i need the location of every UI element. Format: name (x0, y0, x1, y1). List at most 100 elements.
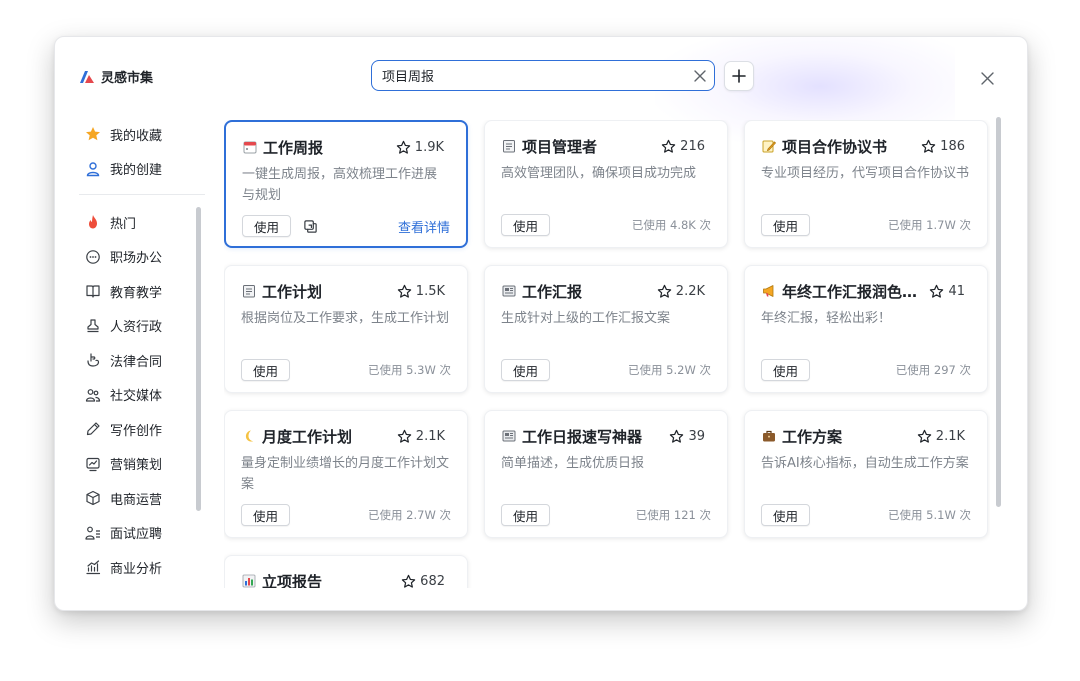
star-count: 39 (688, 428, 705, 444)
sidebar-item-office[interactable]: 职场办公 (79, 240, 205, 275)
usage-count: 已使用 297 次 (895, 363, 971, 377)
card-title: 项目合作协议书 (782, 137, 888, 156)
sidebar-item-ecommerce[interactable]: 电商运营 (79, 481, 205, 516)
sidebar-item-label: 教育教学 (110, 285, 163, 301)
sidebar-item-marketing[interactable]: 营销策划 (79, 447, 205, 482)
copy-icon[interactable] (303, 218, 319, 234)
hand-icon (87, 353, 100, 367)
card-favorite[interactable]: 1.9K (396, 140, 444, 155)
card-favorite[interactable]: 216 (661, 139, 705, 154)
use-button[interactable]: 使用 (242, 215, 292, 237)
fire-icon (89, 215, 97, 229)
template-card[interactable]: 工作计划 1.5K 根据岗位及工作要求，生成工作计划 使用 已使用 5.3W 次 (224, 265, 468, 393)
use-button[interactable]: 使用 (501, 214, 551, 236)
card-favorite[interactable]: 39 (669, 429, 705, 444)
star-count: 186 (940, 138, 965, 154)
card-title: 项目管理者 (522, 137, 598, 156)
template-card[interactable]: 工作周报 1.9K 一键生成周报，高效梳理工作进展与规划 使用 查看详情 (224, 120, 468, 248)
star-count: 2.1K (415, 428, 445, 444)
newspaper-icon (501, 284, 516, 299)
close-button[interactable] (973, 64, 1001, 92)
star-count: 2.1K (935, 428, 965, 444)
card-favorite[interactable]: 2.1K (397, 429, 445, 444)
card-description: 量身定制业绩增长的月度工作计划文案 (241, 456, 449, 492)
sidebar-item-label: 法律合同 (110, 354, 163, 370)
sidebar-item-writing[interactable]: 写作创作 (79, 412, 205, 447)
close-icon (980, 71, 994, 85)
usage-count: 已使用 1.7W 次 (888, 218, 971, 232)
sidebar-item-label: 我的收藏 (110, 128, 163, 144)
card-title: 工作周报 (263, 138, 324, 157)
usage-count: 已使用 5.1W 次 (888, 508, 971, 522)
sidebar-item-label: 写作创作 (110, 423, 163, 439)
template-card[interactable]: 工作方案 2.1K 告诉AI核心指标，自动生成工作方案 使用 已使用 5.1W … (744, 410, 988, 538)
template-card[interactable]: 工作日报速写神器 39 简单描述，生成优质日报 使用 已使用 121 次 (484, 410, 728, 538)
bar-chart-icon (241, 574, 256, 589)
template-card[interactable]: 月度工作计划 2.1K 量身定制业绩增长的月度工作计划文案 使用 已使用 2.7… (224, 410, 468, 538)
template-card[interactable]: 工作汇报 2.2K 生成针对上级的工作汇报文案 使用 已使用 5.2W 次 (484, 265, 728, 393)
star-outline-icon (930, 284, 944, 298)
use-button[interactable]: 使用 (241, 504, 291, 526)
sidebar-scrollbar[interactable] (196, 207, 201, 511)
use-button[interactable]: 使用 (241, 359, 291, 381)
card-favorite[interactable]: 1.5K (397, 284, 445, 299)
usage-count: 已使用 2.7W 次 (368, 508, 451, 522)
clipboard-icon (501, 139, 516, 154)
card-title: 月度工作计划 (262, 427, 353, 446)
star-outline-icon (670, 429, 684, 443)
star-count: 1.9K (414, 139, 444, 155)
card-favorite[interactable]: 2.2K (657, 284, 705, 299)
card-title: 年终工作汇报润色… (782, 282, 918, 301)
star-outline-icon (397, 284, 411, 298)
star-count: 216 (680, 138, 705, 154)
star-outline-icon (917, 429, 931, 443)
sidebar-item-legal[interactable]: 法律合同 (79, 343, 205, 378)
moon-icon (241, 429, 256, 444)
template-card[interactable]: 项目管理者 216 高效管理团队，确保项目成功完成 使用 已使用 4.8K 次 (484, 120, 728, 248)
search-box[interactable] (371, 60, 715, 91)
star-outline-icon (396, 140, 410, 154)
grid-scrollbar[interactable] (996, 117, 1001, 507)
star-outline-icon (657, 284, 671, 298)
memo-icon (761, 139, 776, 154)
view-details-link[interactable]: 查看详情 (398, 217, 450, 236)
use-button[interactable]: 使用 (501, 359, 551, 381)
use-button[interactable]: 使用 (761, 214, 811, 236)
person-list-icon (85, 526, 100, 540)
template-card[interactable]: 项目合作协议书 186 专业项目经历，代写项目合作协议书 使用 已使用 1.7W… (744, 120, 988, 248)
use-button[interactable]: 使用 (501, 504, 551, 526)
clear-icon[interactable] (686, 62, 714, 90)
sidebar-item-label: 面试应聘 (110, 527, 163, 543)
search-input[interactable] (372, 61, 686, 90)
sidebar-item-favorites[interactable]: 我的收藏 (79, 117, 205, 152)
sidebar-item-created[interactable]: 我的创建 (79, 152, 205, 187)
sidebar-item-business[interactable]: 商业分析 (79, 550, 205, 585)
template-card[interactable]: 立项报告 682 (224, 555, 468, 588)
sidebar-item-hot[interactable]: 热门 (79, 205, 205, 240)
book-icon (86, 285, 100, 298)
use-button[interactable]: 使用 (761, 504, 811, 526)
card-description: 简单描述，生成优质日报 (501, 456, 645, 471)
use-button[interactable]: 使用 (761, 359, 811, 381)
sidebar-divider (79, 194, 205, 195)
card-favorite[interactable]: 186 (921, 139, 965, 154)
card-description: 告诉AI核心指标，自动生成工作方案 (761, 456, 969, 471)
briefcase-icon (761, 429, 776, 444)
star-count: 1.5K (415, 283, 445, 299)
card-favorite[interactable]: 682 (401, 574, 445, 588)
card-title: 工作汇报 (522, 282, 583, 301)
add-button[interactable] (724, 61, 754, 91)
usage-count: 已使用 4.8K 次 (631, 218, 711, 232)
star-outline-icon (661, 139, 676, 153)
card-favorite[interactable]: 41 (929, 284, 965, 299)
sidebar-item-social[interactable]: 社交媒体 (79, 378, 205, 413)
card-description: 专业项目经历，代写项目合作协议书 (761, 166, 969, 181)
sidebar-item-education[interactable]: 教育教学 (79, 274, 205, 309)
megaphone-icon (761, 284, 776, 299)
template-card[interactable]: 年终工作汇报润色… 41 年终汇报，轻松出彩！ 使用 已使用 297 次 (744, 265, 988, 393)
card-description: 根据岗位及工作要求，生成工作计划 (241, 311, 449, 326)
card-favorite[interactable]: 2.1K (917, 429, 965, 444)
sidebar-item-hr[interactable]: 人资行政 (79, 309, 205, 344)
sidebar-item-interview[interactable]: 面试应聘 (79, 516, 205, 551)
template-market-dialog: 灵感市集 我的收藏 我的创建 热门 职场办公 教 (54, 36, 1028, 611)
